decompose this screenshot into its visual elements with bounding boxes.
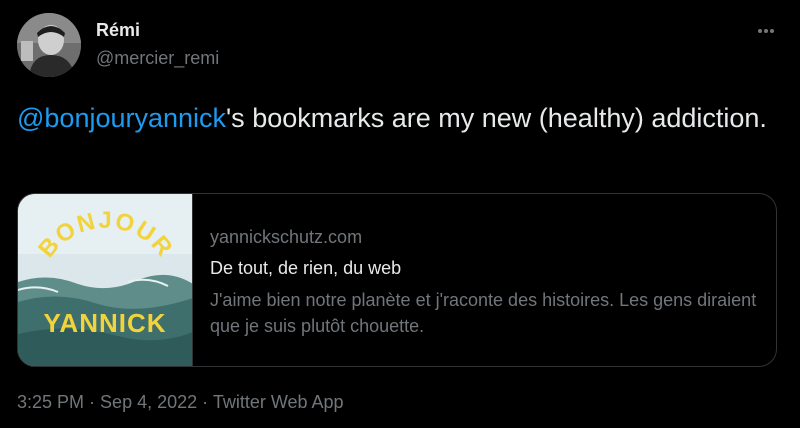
author-name[interactable]: Rémi [96,20,140,41]
more-options-button[interactable] [746,18,786,42]
card-thumbnail: BONJOUR YANNICK [18,194,192,366]
author-avatar[interactable] [17,13,81,77]
tweet-time[interactable]: 3:25 PM [17,392,84,412]
tweet-body: 's bookmarks are my new (healthy) addict… [226,103,767,133]
meta-separator-2: · [197,392,213,412]
link-card[interactable]: BONJOUR YANNICK yannickschutz.com De tou… [17,193,777,367]
card-description: J'aime bien notre planète et j'raconte d… [210,290,757,336]
avatar-photo [17,13,81,77]
tweet-source[interactable]: Twitter Web App [213,392,344,412]
tweet: Rémi @mercier_remi @bonjouryannick's boo… [0,0,800,428]
tweet-meta: 3:25 PM · Sep 4, 2022 · Twitter Web App [17,392,344,413]
card-title: De tout, de rien, du web [210,258,402,278]
card-domain: yannickschutz.com [210,227,363,247]
tweet-date[interactable]: Sep 4, 2022 [100,392,197,412]
card-image: BONJOUR YANNICK [18,194,193,366]
author-handle[interactable]: @mercier_remi [96,48,219,69]
meta-separator: · [84,392,101,412]
tweet-text: @bonjouryannick's bookmarks are my new (… [17,100,777,136]
mention-link[interactable]: @bonjouryannick [17,103,226,133]
card-image-bottom-text: YANNICK [43,308,166,338]
